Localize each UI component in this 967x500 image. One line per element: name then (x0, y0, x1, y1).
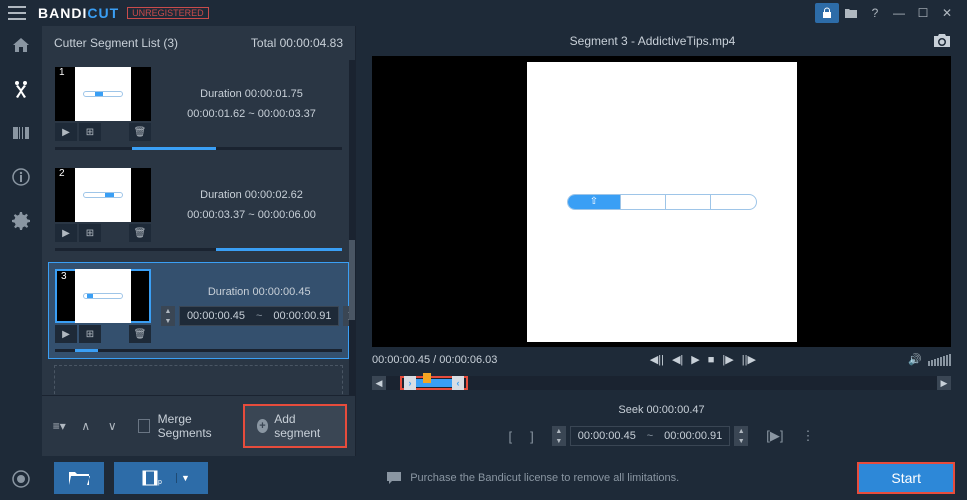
segment-thumbnail: 1 (55, 67, 151, 121)
segment-end-time[interactable]: 00:00:00.91 (266, 307, 338, 325)
segment-duration: Duration 00:00:02.62 (200, 189, 303, 201)
set-start-bracket-icon[interactable]: [ (509, 429, 513, 444)
grid-icon[interactable]: ⊞ (79, 325, 101, 343)
merge-label: Merge Segments (158, 412, 235, 440)
selection-right-handle[interactable]: ‹ (452, 376, 464, 390)
svg-text:p: p (158, 479, 162, 486)
stop-icon[interactable]: ■ (708, 354, 715, 366)
maximize-icon[interactable]: ☐ (911, 3, 935, 23)
timeline-end-handle[interactable]: ▶ (937, 376, 951, 390)
timeline-selection[interactable]: › ‹ (400, 376, 468, 390)
move-up-icon[interactable]: ∧ (77, 415, 96, 437)
settings-icon[interactable] (10, 210, 32, 232)
seek-end-time[interactable]: 00:00:00.91 (657, 427, 729, 445)
add-segment-placeholder[interactable] (54, 365, 343, 395)
segment-start-time[interactable]: 00:00:00.45 (180, 307, 252, 325)
segment-duration: Duration 00:00:01.75 (200, 88, 303, 100)
output-format-button[interactable]: p ▼ (114, 462, 208, 494)
info-icon[interactable] (10, 166, 32, 188)
segment-item[interactable]: 1 ▶ ⊞ 🗑 Duration 00:00:01.75 00:00:01.62… (48, 60, 349, 157)
split-icon[interactable] (10, 122, 32, 144)
playback-time: 00:00:00.45 / 00:00:06.03 (372, 354, 497, 366)
timeline[interactable]: ◀ › ‹ ▶ (372, 376, 951, 390)
playhead-marker[interactable] (423, 373, 431, 383)
delete-icon[interactable]: 🗑 (129, 123, 151, 141)
volume-icon[interactable]: 🔊 (908, 353, 922, 366)
seek-start-time[interactable]: 00:00:00.45 (571, 427, 643, 445)
play-icon[interactable]: ▶ (55, 224, 77, 242)
lock-icon[interactable] (815, 3, 839, 23)
set-end-bracket-icon[interactable]: ] (530, 429, 534, 444)
move-down-icon[interactable]: ∨ (103, 415, 122, 437)
cut-icon[interactable] (10, 78, 32, 100)
chat-icon (386, 471, 402, 485)
menu-icon[interactable] (8, 6, 26, 20)
app-logo: BANDICUT (38, 5, 119, 21)
segment-thumbnail: 2 (55, 168, 151, 222)
segment-duration: Duration 00:00:00.45 (208, 286, 311, 298)
plus-icon: + (257, 419, 269, 433)
step-forward-icon[interactable]: |▶ (722, 353, 733, 366)
segment-range: 00:00:03.37 ~ 00:00:06.00 (187, 209, 316, 221)
options-icon[interactable]: ⋮ (801, 428, 814, 444)
folder-icon[interactable] (839, 3, 863, 23)
seek-start-spinner[interactable]: ▲▼ (552, 426, 566, 446)
home-icon[interactable] (10, 34, 32, 56)
segment-thumbnail: 3 (55, 269, 151, 323)
list-menu-icon[interactable]: ≡▾ (50, 415, 69, 437)
volume-slider[interactable] (928, 354, 951, 366)
segment-range: 00:00:01.62 ~ 00:00:03.37 (187, 108, 316, 120)
grid-icon[interactable]: ⊞ (79, 224, 101, 242)
skip-back-icon[interactable]: ◀|| (650, 353, 664, 366)
segment-item-selected[interactable]: 3 ▶ ⊞ 🗑 Duration 00:00:00.45 (48, 262, 349, 359)
delete-icon[interactable]: 🗑 (129, 224, 151, 242)
skip-forward-icon[interactable]: ||▶ (742, 353, 756, 366)
minimize-icon[interactable]: — (887, 3, 911, 23)
segment-scrollbar[interactable] (349, 60, 355, 395)
timeline-start-handle[interactable]: ◀ (372, 376, 386, 390)
start-time-spinner[interactable]: ▲▼ (161, 306, 175, 326)
close-icon[interactable]: ✕ (935, 3, 959, 23)
selection-left-handle[interactable]: › (404, 376, 416, 390)
play-range-icon[interactable]: [▶] (766, 428, 783, 444)
step-back-icon[interactable]: ◀| (672, 353, 683, 366)
open-file-button[interactable] (54, 462, 104, 494)
start-button[interactable]: Start (857, 462, 955, 494)
play-icon[interactable]: ▶ (691, 353, 699, 366)
grid-icon[interactable]: ⊞ (79, 123, 101, 141)
license-message: Purchase the Bandicut license to remove … (218, 471, 847, 485)
seek-end-spinner[interactable]: ▲▼ (734, 426, 748, 446)
unregistered-badge: UNREGISTERED (127, 7, 209, 19)
delete-icon[interactable]: 🗑 (129, 325, 151, 343)
add-segment-button[interactable]: + Add segment (243, 404, 347, 448)
chevron-down-icon[interactable]: ▼ (176, 473, 194, 483)
segment-list-title: Cutter Segment List (3) (54, 36, 178, 50)
snapshot-icon[interactable] (933, 34, 951, 48)
video-preview[interactable]: ⇧ (372, 56, 951, 347)
merge-checkbox[interactable] (138, 419, 150, 433)
play-icon[interactable]: ▶ (55, 325, 77, 343)
seek-label: Seek 00:00:00.47 (372, 404, 951, 416)
segment-total-time: Total 00:00:04.83 (251, 36, 343, 50)
help-icon[interactable]: ? (863, 3, 887, 23)
preview-title: Segment 3 - AddictiveTips.mp4 (372, 34, 933, 48)
play-icon[interactable]: ▶ (55, 123, 77, 141)
segment-item[interactable]: 2 ▶ ⊞ 🗑 Duration 00:00:02.62 00:00:03.37… (48, 161, 349, 258)
record-indicator-icon (12, 470, 30, 488)
